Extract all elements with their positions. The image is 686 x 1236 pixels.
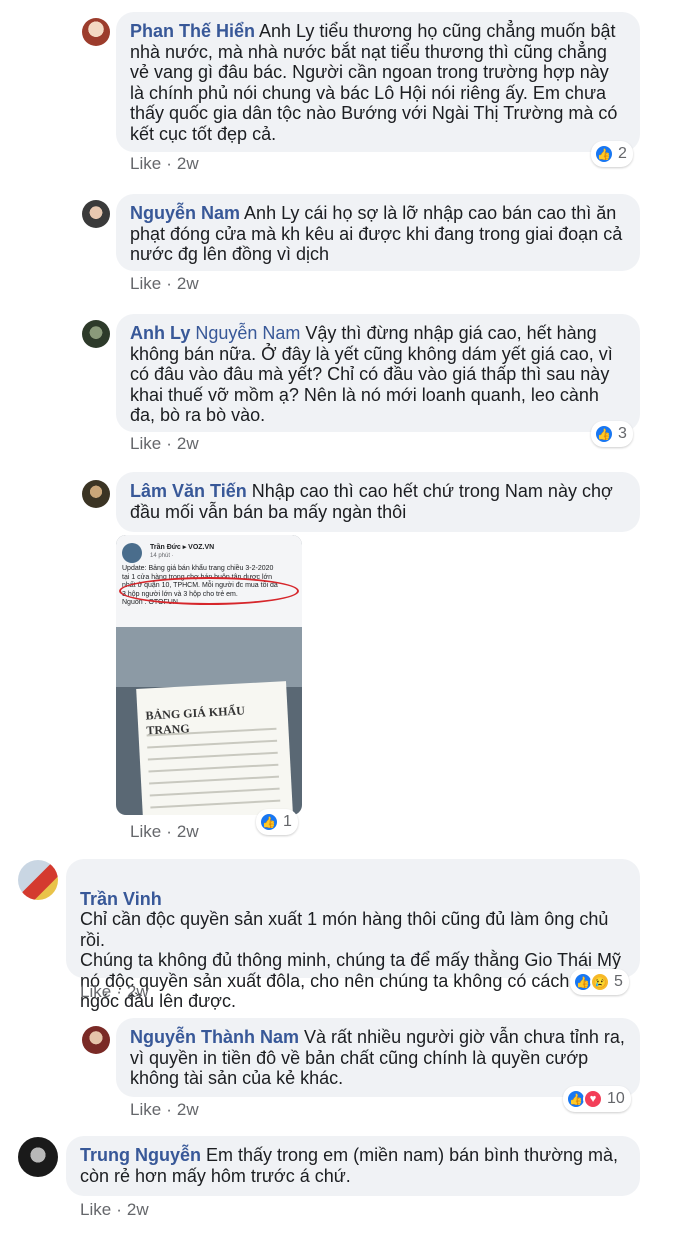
comment-meta: Like · 2w <box>130 434 199 454</box>
comment-meta: Like · 2w <box>130 822 199 842</box>
reaction-count: 10 <box>607 1090 625 1107</box>
author-name[interactable]: Phan Thế Hiển <box>130 21 255 41</box>
author-name[interactable]: Trần Vinh <box>80 889 162 909</box>
separator: · <box>166 1100 172 1119</box>
like-reaction-icon: 👍 <box>594 144 614 164</box>
comment-bubble: Nguyễn Thành Nam Và rất nhiều người giờ … <box>116 1018 640 1097</box>
reaction-summary[interactable]: 👍 3 <box>591 421 633 447</box>
highlight-circle <box>119 577 299 605</box>
avatar[interactable] <box>82 18 110 46</box>
like-button[interactable]: Like <box>80 982 111 1001</box>
like-button[interactable]: Like <box>130 154 161 173</box>
sad-reaction-icon: 😢 <box>590 972 610 992</box>
separator: · <box>166 154 172 173</box>
reaction-summary[interactable]: 👍 😢 5 <box>570 969 629 995</box>
comment-meta: Like · 2w <box>130 1100 199 1120</box>
author-name[interactable]: Trung Nguyễn <box>80 1145 201 1165</box>
author-name[interactable]: Nguyễn Thành Nam <box>130 1027 299 1047</box>
separator: · <box>166 274 172 293</box>
author-name[interactable]: Lâm Văn Tiến <box>130 481 247 501</box>
post-author: Trần Đức ▸ VOZ.VN <box>150 544 215 551</box>
timestamp[interactable]: 2w <box>177 1100 199 1119</box>
comment-meta: Like · 2w <box>130 154 199 174</box>
reaction-count: 1 <box>283 813 292 830</box>
avatar[interactable] <box>18 1137 58 1177</box>
comment-text: Chỉ cần độc quyền sản xuất 1 món hàng th… <box>80 909 622 1011</box>
post-time: 14 phút · <box>150 553 174 559</box>
attached-image[interactable]: Trần Đức ▸ VOZ.VN 14 phút · Update: Bảng… <box>116 535 302 815</box>
avatar[interactable] <box>82 200 110 228</box>
author-name[interactable]: Nguyễn Nam <box>130 203 240 223</box>
reaction-count: 3 <box>618 425 627 442</box>
price-board: BẢNG GIÁ KHẨU TRANG <box>136 681 294 815</box>
avatar[interactable] <box>82 320 110 348</box>
like-button[interactable]: Like <box>80 1200 111 1219</box>
comment-bubble: Anh Ly Nguyễn Nam Vậy thì đừng nhập giá … <box>116 314 640 432</box>
like-button[interactable]: Like <box>130 1100 161 1119</box>
timestamp[interactable]: 2w <box>177 154 199 173</box>
reaction-count: 5 <box>614 973 623 990</box>
like-button[interactable]: Like <box>130 822 161 841</box>
separator: · <box>166 434 172 453</box>
comment-bubble: Phan Thế Hiển Anh Ly tiểu thương họ cũng… <box>116 12 640 152</box>
comment-bubble: Lâm Văn Tiến Nhập cao thì cao hết chứ tr… <box>116 472 640 532</box>
timestamp[interactable]: 2w <box>177 434 199 453</box>
like-button[interactable]: Like <box>130 274 161 293</box>
comment-meta: Like · 2w <box>80 1200 149 1220</box>
comment-meta: Like · 2w <box>80 982 149 1002</box>
avatar[interactable] <box>82 1026 110 1054</box>
avatar[interactable] <box>82 480 110 508</box>
reaction-count: 2 <box>618 145 627 162</box>
reaction-summary[interactable]: 👍 1 <box>256 809 298 835</box>
photo-background <box>116 627 302 687</box>
comment-bubble: Trung Nguyễn Em thấy trong em (miền nam)… <box>66 1136 640 1196</box>
timestamp[interactable]: 2w <box>127 1200 149 1219</box>
post-screenshot: Trần Đức ▸ VOZ.VN 14 phút · Update: Bảng… <box>116 535 302 627</box>
timestamp[interactable]: 2w <box>127 982 149 1001</box>
separator: · <box>166 822 172 841</box>
avatar[interactable] <box>18 860 58 900</box>
author-name[interactable]: Anh Ly <box>130 323 190 343</box>
like-reaction-icon: 👍 <box>259 812 279 832</box>
timestamp[interactable]: 2w <box>177 822 199 841</box>
mention-link[interactable]: Nguyễn Nam <box>195 323 300 343</box>
reaction-summary[interactable]: 👍 2 <box>591 141 633 167</box>
comment-bubble: Nguyễn Nam Anh Ly cái họ sợ là lỡ nhập c… <box>116 194 640 271</box>
post-avatar <box>122 543 142 563</box>
like-reaction-icon: 👍 <box>594 424 614 444</box>
timestamp[interactable]: 2w <box>177 274 199 293</box>
love-reaction-icon: ♥ <box>583 1089 603 1109</box>
separator: · <box>116 1200 122 1219</box>
reaction-summary[interactable]: 👍 ♥ 10 <box>563 1086 631 1112</box>
comment-meta: Like · 2w <box>130 274 199 294</box>
separator: · <box>116 982 122 1001</box>
comment-bubble: Trần Vinh Chỉ cần độc quyền sản xuất 1 m… <box>66 859 640 1011</box>
like-button[interactable]: Like <box>130 434 161 453</box>
